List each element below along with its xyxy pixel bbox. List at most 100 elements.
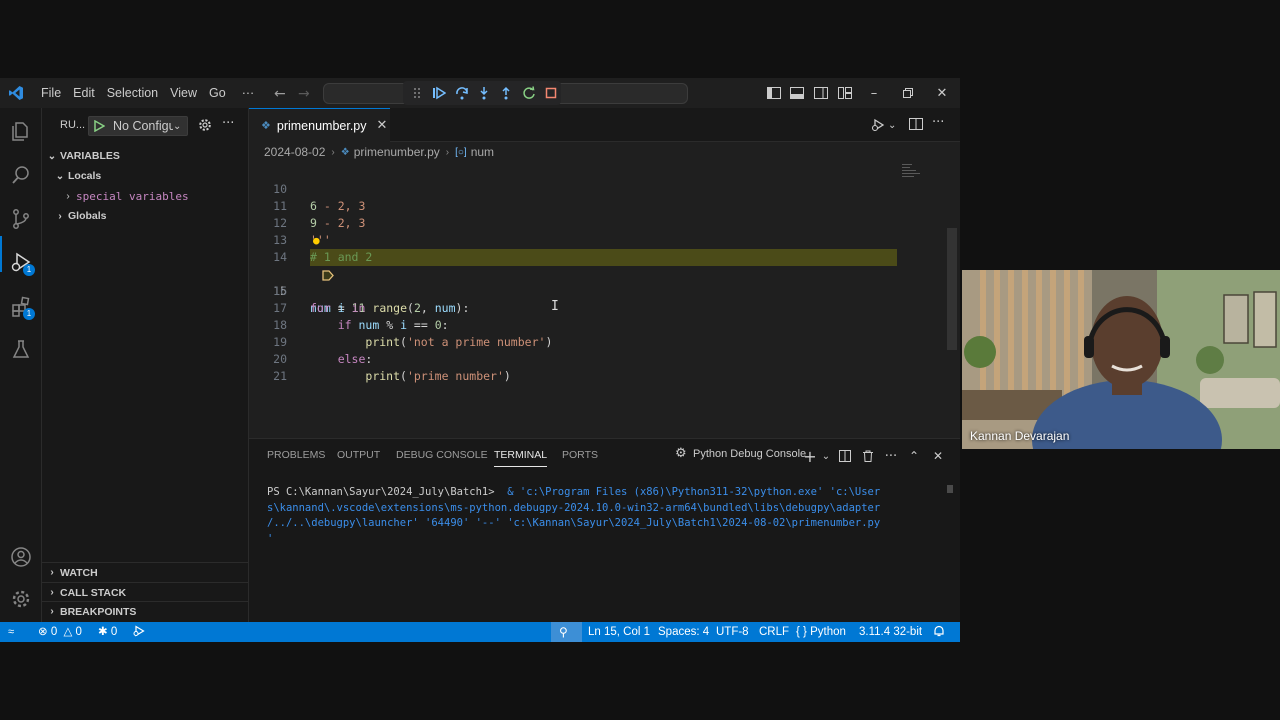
close-panel-icon[interactable]: ✕	[929, 447, 947, 465]
close-icon[interactable]: ✕	[377, 118, 388, 133]
terminal-scrollbar[interactable]	[947, 485, 953, 493]
more-actions-icon[interactable]: ···	[222, 116, 234, 131]
tab-terminal[interactable]: TERMINAL	[494, 449, 548, 467]
breadcrumb-symbol[interactable]: num	[471, 145, 494, 159]
open-launch-json-gear-icon[interactable]	[198, 118, 214, 134]
continue-icon[interactable]	[429, 82, 449, 104]
tab-debug-console[interactable]: DEBUG CONSOLE	[396, 449, 488, 467]
tab-ports[interactable]: PORTS	[562, 449, 598, 467]
menu-go[interactable]: Go	[203, 82, 232, 104]
code-editor[interactable]: 10 6 - 2, 3 11 9 - 2, 3 12 ''' 13 # 1 an…	[249, 162, 949, 438]
more-actions-icon[interactable]: ···	[932, 115, 944, 130]
source-control-icon[interactable]	[6, 204, 36, 234]
indentation[interactable]: Spaces: 4	[658, 622, 709, 642]
toggle-primary-sidebar-icon[interactable]	[763, 84, 785, 102]
back-arrow-icon[interactable]: ←	[274, 86, 286, 102]
breadcrumb-folder[interactable]: 2024-08-02	[264, 145, 325, 159]
search-icon[interactable]	[6, 160, 36, 190]
problems-status[interactable]: ⊗ 0 △ 0	[38, 622, 82, 642]
menu-more[interactable]: ···	[236, 82, 261, 104]
chevron-down-icon: ⌄	[888, 119, 897, 131]
tree-globals[interactable]: › Globals	[52, 206, 106, 226]
section-breakpoints[interactable]: › BREAKPOINTS	[42, 601, 249, 621]
step-over-icon[interactable]	[452, 82, 472, 104]
menu-selection[interactable]: Selection	[101, 82, 164, 104]
tab-problems[interactable]: PROBLEMS	[267, 449, 325, 467]
breadcrumb-file[interactable]: primenumber.py	[354, 145, 440, 159]
line-ending[interactable]: CRLF	[759, 622, 789, 642]
code-line: 16 for i in range(2, num):	[273, 284, 470, 315]
lightbulb-icon[interactable]: ●	[313, 232, 320, 249]
drag-handle-icon[interactable]	[407, 82, 427, 104]
remote-icon[interactable]: ≈	[8, 622, 14, 642]
chevron-right-icon: ›	[50, 606, 54, 617]
stop-icon[interactable]	[541, 82, 561, 104]
code-line: 17 if num % i == 0:	[273, 301, 449, 332]
restart-icon[interactable]	[518, 82, 538, 104]
testing-flask-icon[interactable]	[6, 334, 36, 364]
zoom-indicator[interactable]: ⚲	[551, 622, 582, 642]
python-file-icon: ❖	[261, 119, 271, 132]
trash-icon[interactable]	[859, 447, 877, 465]
section-call-stack[interactable]: › CALL STACK	[42, 582, 249, 602]
text-cursor-icon: I	[551, 299, 559, 314]
vscode-window: File Edit Selection View Go ··· ← → – ✕ …	[0, 78, 960, 642]
toggle-panel-icon[interactable]	[786, 84, 808, 102]
forward-arrow-icon[interactable]: →	[298, 86, 310, 102]
python-interpreter[interactable]: 3.11.4 32-bit	[859, 622, 922, 642]
sidebar-title: RU...	[60, 119, 86, 131]
explorer-icon[interactable]	[6, 116, 36, 146]
step-into-icon[interactable]	[474, 82, 494, 104]
menu-edit[interactable]: Edit	[67, 82, 101, 104]
run-debug-file-icon[interactable]: ⌄	[871, 116, 899, 134]
step-out-icon[interactable]	[496, 82, 516, 104]
terminal-name[interactable]: Python Debug Console	[693, 448, 806, 460]
bottom-panel: PROBLEMS OUTPUT DEBUG CONSOLE TERMINAL P…	[249, 438, 960, 622]
accounts-icon[interactable]	[6, 542, 36, 572]
chevron-down-icon: ⌄	[47, 150, 57, 162]
menu-view[interactable]: View	[164, 82, 203, 104]
more-actions-icon[interactable]: ···	[882, 447, 900, 465]
status-bar: ≈ ⊗ 0 △ 0 ✱ 0 ⚲ Ln 15, Col 1 Spaces: 4 U…	[0, 622, 960, 642]
tab-primenumber[interactable]: ❖ primenumber.py ✕	[249, 108, 390, 142]
split-terminal-icon[interactable]	[836, 447, 854, 465]
tree-locals[interactable]: ⌄ Locals	[52, 166, 101, 186]
tree-special-variables[interactable]: › special variables	[60, 186, 188, 206]
section-watch[interactable]: › WATCH	[42, 562, 249, 582]
section-variables[interactable]: ⌄ VARIABLES	[42, 146, 249, 166]
cursor-position[interactable]: Ln 15, Col 1	[588, 622, 650, 642]
editor-scrollbar[interactable]	[947, 228, 957, 350]
start-debugging-icon[interactable]	[94, 120, 105, 132]
python-file-icon: ❖	[340, 146, 350, 158]
debug-status-icon[interactable]	[133, 622, 145, 642]
debug-config-select[interactable]: No Configu ⌄	[88, 116, 188, 136]
menu-file[interactable]: File	[35, 82, 67, 104]
manage-gear-icon[interactable]	[6, 584, 36, 614]
title-bar: File Edit Selection View Go ··· ← → – ✕	[0, 78, 960, 108]
extensions-icon[interactable]: 1	[6, 292, 36, 322]
broadcast-icon: ✱	[98, 626, 108, 638]
restore-icon[interactable]	[897, 82, 919, 104]
code-line: 18 print('not a prime number') I	[273, 299, 559, 349]
zoom-magnifier-icon: ⚲	[559, 625, 568, 639]
minimap[interactable]	[900, 162, 930, 182]
error-icon: ⊗	[38, 626, 48, 638]
customize-layout-icon[interactable]	[834, 84, 856, 102]
debug-console-gear-icon: ⚙	[675, 446, 687, 461]
terminal-line: /../..\debugpy\launcher' '64490' '--' 'c…	[267, 517, 881, 529]
notifications-bell-icon[interactable]	[933, 622, 945, 642]
minimize-icon[interactable]: –	[863, 82, 885, 104]
toggle-secondary-sidebar-icon[interactable]	[810, 84, 832, 102]
chevron-down-icon[interactable]: ⌄	[817, 447, 835, 465]
file-encoding[interactable]: UTF-8	[716, 622, 749, 642]
chevron-right-icon: ›	[50, 567, 54, 578]
terminal-output[interactable]: PS C:\Kannan\Sayur\2024_July\Batch1> & '…	[267, 485, 907, 547]
maximize-panel-icon[interactable]: ⌃	[905, 447, 923, 465]
tab-output[interactable]: OUTPUT	[337, 449, 380, 467]
close-window-icon[interactable]: ✕	[931, 82, 953, 104]
ports-status[interactable]: ✱ 0	[98, 622, 117, 642]
split-editor-icon[interactable]	[909, 118, 923, 133]
breadcrumb: 2024-08-02 › ❖ primenumber.py › [○] num	[249, 142, 960, 162]
run-debug-icon[interactable]: 1	[6, 248, 36, 278]
language-mode[interactable]: { } Python	[796, 622, 846, 642]
